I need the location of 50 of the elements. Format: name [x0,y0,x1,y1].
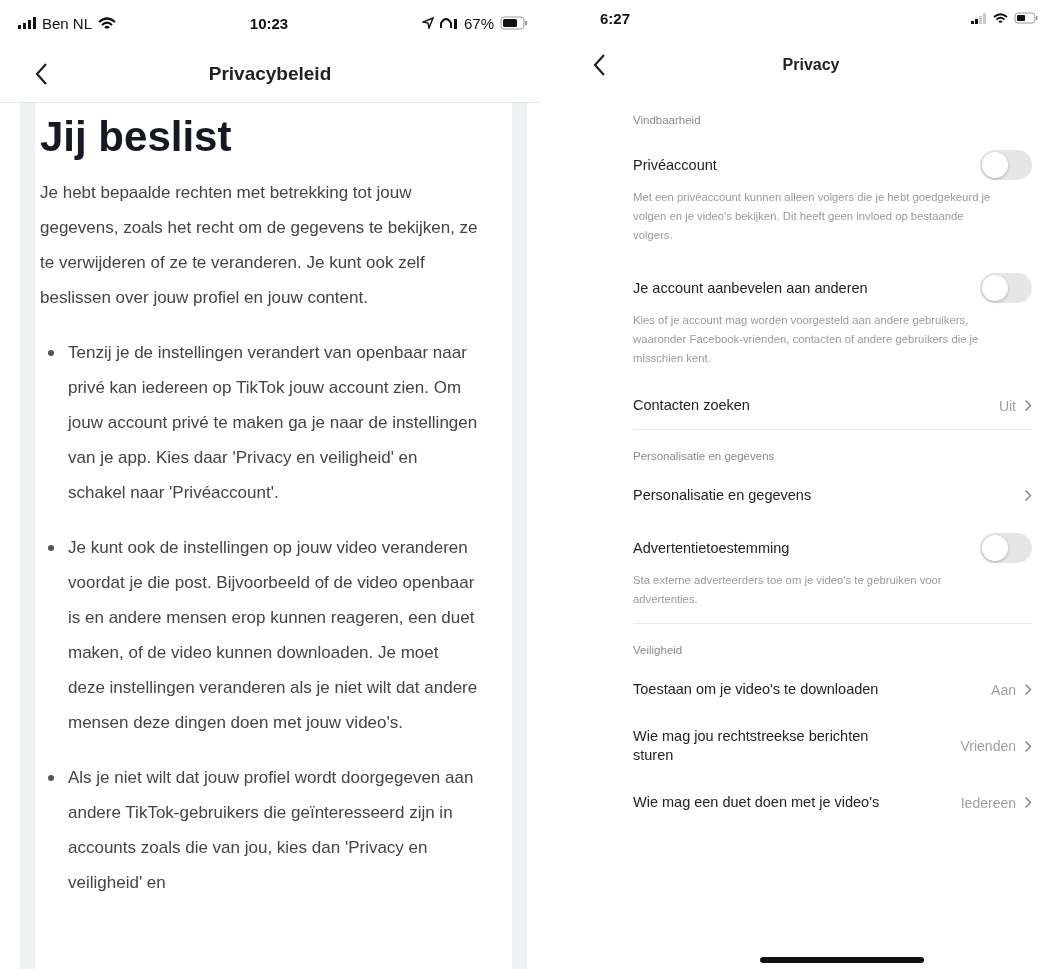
bullet-item: Je kunt ook de instellingen op jouw video veranderen voordat je die post. Bijvoorbeeld of de video openbaar is en andere mensen erop kunnen reageren, een duet maken, of de video kunnen downloaden. Je moet deze instellingen veranderen als je niet wilt dat andere mensen deze dingen doen met jouw video's. [68,537,478,734]
battery-icon [500,16,528,30]
setting-label[interactable]: Wie mag jou rechtstreekse berichten sturen [633,727,883,765]
section-header: Vindbaarheid [633,113,702,128]
status-time: 10:23 [249,14,289,32]
setting-label: Privéaccount [633,155,717,175]
section-heading: Jij beslist [40,113,233,161]
bullet-item: Als je niet wilt dat jouw profiel wordt doorgegeven aan andere TikTok-gebruikers die geïnteresseerd zijn in accounts zoals die van jou, kies dan 'Privacy en veiligheid' en [68,767,475,894]
carrier-name: Ben NL [42,14,93,32]
setting-value: Iedereen [960,794,1016,811]
battery-percentage: 67% [463,14,494,32]
battery-icon [1014,12,1038,24]
setting-label[interactable]: Wie mag een duet doen met je video's [633,793,880,812]
bullet-icon [48,350,54,356]
setting-value: Uit [998,397,1016,414]
setting-label[interactable]: Contacten zoeken [633,396,750,415]
setting-description: Met een privéaccount kunnen alleen volgers die je hebt goedgekeurd je volgen en je video's bekijken. Dit heeft geen invloed op bestaande volgers. [633,190,992,243]
page-title: Privacybeleid [208,63,332,85]
back-icon[interactable] [592,53,606,77]
setting-label[interactable]: Personalisatie en gegevens [633,486,812,505]
toggle-switch[interactable] [980,533,1032,563]
section-header: Veiligheid [633,643,684,658]
chevron-right-icon [1024,683,1032,696]
bullet-icon [48,545,54,551]
setting-description: Sta externe adverteerders toe om je video's te gebruiken voor advertenties. [633,573,943,607]
setting-value: Vrienden [960,738,1016,754]
signal-icon [971,12,987,24]
status-time: 6:27 [600,9,631,27]
back-icon[interactable] [34,62,48,86]
setting-value: Aan [991,681,1016,698]
setting-description: Kies of je account mag worden voorgesteld aan andere gebruikers, waaronder Facebook-vrienden, contacten of andere gebruikers die je misschien kent. [633,313,980,366]
chevron-right-icon [1024,489,1032,502]
toggle-switch[interactable] [980,150,1032,180]
wifi-icon [98,16,117,30]
chevron-right-icon [1024,739,1032,753]
chevron-right-icon [1024,399,1032,412]
setting-label: Je account aanbevelen aan anderen [633,278,868,298]
wifi-icon [993,12,1008,24]
paragraph: Je hebt bepaalde rechten met betrekking tot jouw gegevens, zoals het recht om de gegevens te bekijken, ze te verwijderen of ze te veranderen. Je kunt ook zelf beslissen over jouw profiel en jouw content. [40,182,478,309]
signal-icon [18,17,36,29]
toggle-switch[interactable] [980,273,1032,303]
bullet-item: Tenzij je de instellingen verandert van openbaar naar privé kan iedereen op TikTok jouw account zien. Om jouw account privé te maken ga je naar de instellingen van je app. Kies daar 'Privacy en veiligheid' en schakel naar 'Privéaccount'. [68,342,478,504]
setting-label[interactable]: Toestaan om je video's te downloaden [633,680,879,699]
section-header: Personalisatie en gegevens [633,449,776,464]
chevron-right-icon [1024,796,1032,809]
location-arrow-icon [421,17,434,29]
headphones-icon [439,17,458,29]
page-title: Privacy [782,56,840,74]
bullet-icon [48,775,54,781]
setting-label: Advertentietoestemming [633,538,790,558]
